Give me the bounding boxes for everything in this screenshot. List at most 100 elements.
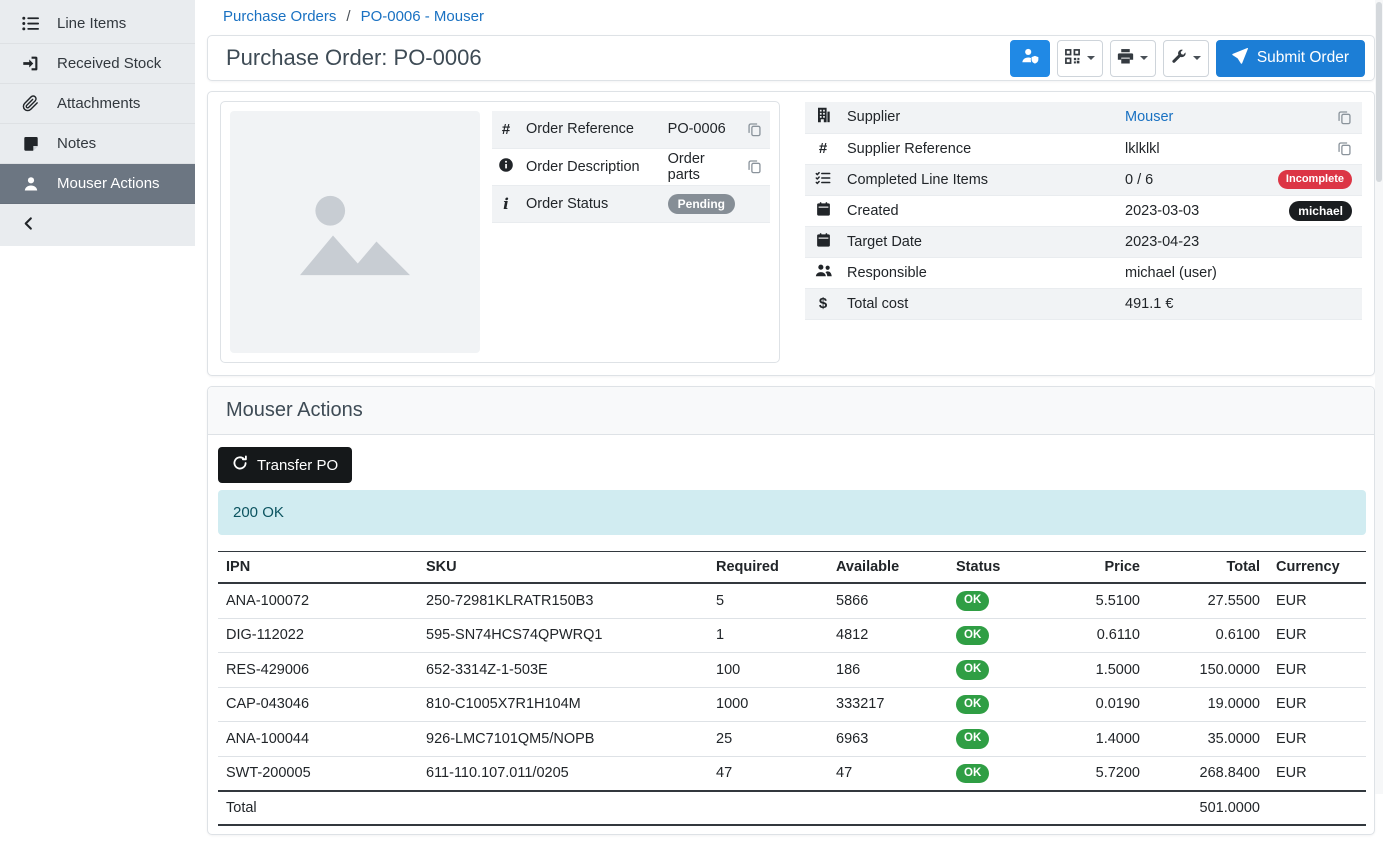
scrollbar-thumb[interactable] (1376, 2, 1382, 182)
hash-icon: # (502, 121, 510, 138)
ok-status-badge: OK (956, 591, 989, 611)
page-header-panel: Purchase Order: PO-0006 (207, 35, 1375, 81)
column-header-price: Price (1044, 552, 1148, 584)
mouser-actions-header: Mouser Actions (208, 387, 1374, 435)
sidebar-item-label: Mouser Actions (57, 175, 160, 192)
cell-price: 1.5000 (1044, 653, 1148, 688)
ok-status-badge: OK (956, 729, 989, 749)
parts-table-footer: Total 501.0000 (218, 791, 1366, 825)
cell-required: 1 (708, 618, 828, 653)
cell-total: 268.8400 (1148, 756, 1268, 791)
sidebar-item-received-stock[interactable]: Received Stock (0, 44, 195, 84)
footer-total-value: 501.0000 (1148, 791, 1268, 825)
cell-currency: EUR (1268, 583, 1366, 618)
transfer-po-label: Transfer PO (257, 457, 338, 474)
paperclip-icon (21, 95, 40, 112)
parts-table-head: IPN SKU Required Available Status Price … (218, 552, 1366, 584)
submit-order-button[interactable]: Submit Order (1216, 40, 1365, 77)
table-row: CAP-043046 810-C1005X7R1H104M 1000 33321… (218, 687, 1366, 722)
sidebar-item-attachments[interactable]: Attachments (0, 84, 195, 124)
ok-status-badge: OK (956, 764, 989, 784)
table-row: # Supplier Reference lklklkl (805, 133, 1362, 164)
calendar-icon (816, 205, 831, 221)
cell-status: OK (948, 653, 1044, 688)
page-title: Purchase Order: PO-0006 (226, 45, 482, 71)
detail-label: Total cost (841, 288, 1119, 319)
tools-icon (1170, 48, 1187, 69)
order-detail-table: # Order Reference PO-0006 Order Descript… (492, 111, 770, 223)
supplier-link[interactable]: Mouser (1125, 109, 1173, 125)
cell-ipn: ANA-100072 (218, 583, 418, 618)
table-row: Target Date 2023-04-23 (805, 226, 1362, 257)
parts-table: IPN SKU Required Available Status Price … (218, 551, 1366, 826)
refresh-icon (232, 455, 248, 475)
cell-status: OK (948, 687, 1044, 722)
cell-status: OK (948, 618, 1044, 653)
cell-available: 5866 (828, 583, 948, 618)
sidebar-item-label: Line Items (57, 15, 126, 32)
detail-value: Order parts (662, 148, 741, 185)
printer-icon (1117, 48, 1134, 69)
user-icon (21, 176, 40, 192)
copy-icon[interactable] (1337, 141, 1352, 156)
picture-icon (289, 174, 421, 290)
footer-total-label: Total (218, 791, 418, 825)
detail-value: 2023-04-23 (1119, 226, 1248, 257)
dollar-icon: $ (819, 295, 827, 312)
cell-currency: EUR (1268, 653, 1366, 688)
sidebar-item-label: Attachments (57, 95, 140, 112)
table-row: ANA-100044 926-LMC7101QM5/NOPB 25 6963 O… (218, 722, 1366, 757)
transfer-po-button[interactable]: Transfer PO (218, 447, 352, 483)
table-row: ANA-100072 250-72981KLRATR150B3 5 5866 O… (218, 583, 1366, 618)
main-area: Purchase Orders / PO-0006 - Mouser Purch… (195, 0, 1383, 794)
table-row: # Order Reference PO-0006 (492, 111, 770, 148)
table-row: Order Description Order parts (492, 148, 770, 185)
detail-value: lklklkl (1119, 133, 1248, 164)
chevron-down-icon (1087, 56, 1095, 60)
cell-currency: EUR (1268, 687, 1366, 722)
detail-label: Supplier Reference (841, 133, 1119, 164)
barcode-actions-button[interactable] (1057, 40, 1103, 77)
sidebar-item-notes[interactable]: Notes (0, 124, 195, 164)
detail-value: PO-0006 (662, 111, 741, 148)
cell-status: OK (948, 583, 1044, 618)
order-actions-button[interactable] (1163, 40, 1209, 77)
copy-icon[interactable] (1337, 110, 1352, 125)
column-header-available: Available (828, 552, 948, 584)
user-permissions-button[interactable] (1010, 40, 1050, 77)
cell-status: OK (948, 722, 1044, 757)
info-letter-icon: i (503, 195, 509, 213)
scrollbar[interactable] (1375, 0, 1383, 794)
cell-available: 4812 (828, 618, 948, 653)
breadcrumb-current-po[interactable]: PO-0006 - Mouser (361, 8, 484, 25)
cell-total: 19.0000 (1148, 687, 1268, 722)
cell-available: 47 (828, 756, 948, 791)
detail-label: Created (841, 195, 1119, 226)
cell-currency: EUR (1268, 756, 1366, 791)
detail-label: Order Description (520, 148, 662, 185)
supplier-detail-table: Supplier Mouser # Supplier Reference lkl… (805, 102, 1362, 320)
mouser-actions-panel: Mouser Actions Transfer PO 200 OK (207, 386, 1375, 835)
print-actions-button[interactable] (1110, 40, 1156, 77)
order-status-badge: Pending (668, 194, 735, 214)
ok-status-badge: OK (956, 695, 989, 715)
order-details-panel: # Order Reference PO-0006 Order Descript… (207, 91, 1375, 376)
cell-available: 333217 (828, 687, 948, 722)
detail-label: Order Status (520, 185, 662, 222)
sidebar-item-mouser-actions[interactable]: Mouser Actions (0, 164, 195, 204)
cell-sku: 595-SN74HCS74QPWRQ1 (418, 618, 708, 653)
incomplete-badge: Incomplete (1278, 170, 1352, 189)
cell-available: 186 (828, 653, 948, 688)
copy-icon[interactable] (747, 159, 762, 174)
breadcrumb-purchase-orders[interactable]: Purchase Orders (223, 8, 336, 25)
cell-ipn: SWT-200005 (218, 756, 418, 791)
sidebar-collapse-button[interactable] (0, 204, 195, 246)
sidebar-item-line-items[interactable]: Line Items (0, 4, 195, 44)
cell-total: 27.5500 (1148, 583, 1268, 618)
detail-label: Completed Line Items (841, 164, 1119, 195)
column-header-total: Total (1148, 552, 1268, 584)
copy-icon[interactable] (747, 122, 762, 137)
table-footer-row: Total 501.0000 (218, 791, 1366, 825)
hash-icon: # (819, 140, 827, 157)
column-header-sku: SKU (418, 552, 708, 584)
